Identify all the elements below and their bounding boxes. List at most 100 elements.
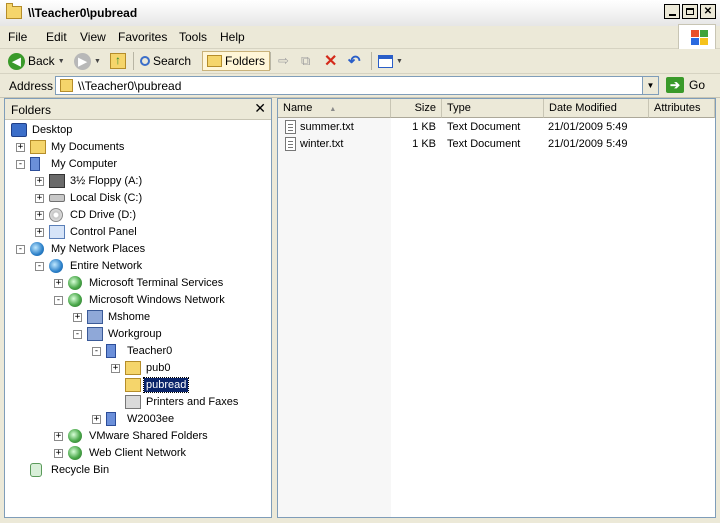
- shared-folder-icon: [125, 361, 141, 375]
- address-value: \\Teacher0\pubread: [78, 79, 182, 93]
- tree-item[interactable]: pubread: [5, 377, 271, 394]
- menu-favorites[interactable]: Favorites: [118, 30, 167, 44]
- tree-item[interactable]: + Web Client Network: [5, 445, 271, 462]
- back-button[interactable]: ◀ Back ▼: [8, 51, 65, 71]
- close-icon: ✕: [254, 100, 266, 116]
- column-label-attributes: Attributes: [654, 102, 701, 114]
- column-header-name[interactable]: Name ▲: [278, 99, 391, 118]
- tree-item-label: pubread: [142, 377, 190, 393]
- tree-item[interactable]: +3½ Floppy (A:): [5, 173, 271, 190]
- folders-pane-header: Folders ✕: [5, 99, 271, 120]
- expand-icon[interactable]: +: [54, 279, 63, 288]
- expand-icon[interactable]: +: [35, 211, 44, 220]
- tree-item[interactable]: + Microsoft Terminal Services: [5, 275, 271, 292]
- folders-button[interactable]: Folders: [202, 51, 271, 71]
- minimize-icon: [668, 13, 676, 16]
- computer-icon: [106, 344, 116, 358]
- tree-item[interactable]: + VMware Shared Folders: [5, 428, 271, 445]
- up-arrow-icon: ↑: [110, 53, 126, 69]
- column-header-date[interactable]: Date Modified: [544, 99, 649, 118]
- column-header-attributes[interactable]: Attributes: [649, 99, 715, 118]
- tree-item[interactable]: + W2003ee: [5, 411, 271, 428]
- menu-edit[interactable]: Edit: [46, 30, 67, 44]
- tree-item[interactable]: - My Network Places: [5, 241, 271, 258]
- search-label: Search: [153, 54, 192, 68]
- close-pane-button[interactable]: ✕: [254, 100, 266, 117]
- tree-item-label: Entire Network: [70, 260, 143, 272]
- column-label-name: Name: [283, 102, 313, 114]
- maximize-button[interactable]: [682, 4, 698, 19]
- menu-bar: File Edit View Favorites Tools Help: [0, 26, 720, 49]
- menu-view[interactable]: View: [80, 30, 106, 44]
- tree-item[interactable]: - Workgroup: [5, 326, 271, 343]
- folders-pane: Folders ✕ Desktop + My Documents - My Comput…: [4, 98, 272, 518]
- address-dropdown-button[interactable]: ▼: [642, 76, 659, 95]
- copy-to-button[interactable]: ⧉: [301, 51, 310, 71]
- expand-icon[interactable]: +: [54, 449, 63, 458]
- tree-item[interactable]: + pub0: [5, 360, 271, 377]
- network-globe-icon: [68, 429, 82, 443]
- table-row[interactable]: summer.txt 1 KB Text Document 21/01/2009…: [278, 119, 715, 136]
- computer-icon: [30, 157, 40, 171]
- table-row[interactable]: winter.txt 1 KB Text Document 21/01/2009…: [278, 136, 715, 153]
- collapse-icon[interactable]: -: [92, 347, 101, 356]
- documents-folder-icon: [30, 140, 46, 154]
- tree-item[interactable]: + Control Panel: [5, 224, 271, 241]
- tree-item[interactable]: - My Computer: [5, 156, 271, 173]
- move-to-button[interactable]: ⇨: [278, 51, 289, 71]
- tree-item[interactable]: + CD Drive (D:): [5, 207, 271, 224]
- expand-icon[interactable]: +: [35, 194, 44, 203]
- views-button[interactable]: ▼: [378, 51, 403, 71]
- forward-arrow-icon: ▶: [74, 52, 91, 70]
- collapse-icon[interactable]: -: [54, 296, 63, 305]
- column-header-type[interactable]: Type: [442, 99, 544, 118]
- collapse-icon[interactable]: -: [16, 160, 25, 169]
- expand-icon[interactable]: +: [35, 228, 44, 237]
- tree-item-label: My Computer: [51, 158, 118, 170]
- sorted-column-highlight: [278, 118, 391, 517]
- column-label-size: Size: [414, 102, 436, 114]
- folder-icon: [6, 3, 22, 19]
- desktop-icon: [11, 123, 27, 137]
- back-arrow-icon: ◀: [8, 52, 25, 70]
- tree-item-label: Workgroup: [108, 328, 162, 340]
- tree-item[interactable]: Recycle Bin: [5, 462, 271, 479]
- tree-item[interactable]: + My Documents: [5, 139, 271, 156]
- up-folder-button[interactable]: ↑: [110, 51, 126, 71]
- menu-file[interactable]: File: [8, 30, 27, 44]
- address-input[interactable]: \\Teacher0\pubread ▼: [55, 76, 659, 95]
- expand-icon[interactable]: +: [54, 432, 63, 441]
- collapse-icon[interactable]: -: [73, 330, 82, 339]
- file-name: winter.txt: [300, 138, 344, 150]
- column-label-type: Type: [447, 102, 471, 114]
- window-controls: ✕: [664, 4, 716, 19]
- toolbar-separator: [270, 52, 271, 70]
- column-header-size[interactable]: Size: [391, 99, 442, 118]
- go-button[interactable]: ➔ Go: [666, 77, 705, 93]
- tree-item[interactable]: Printers and Faxes: [5, 394, 271, 411]
- delete-button[interactable]: ✕: [324, 51, 337, 71]
- tree-item[interactable]: - Teacher0: [5, 343, 271, 360]
- minimize-button[interactable]: [664, 4, 680, 19]
- expand-icon[interactable]: +: [16, 143, 25, 152]
- menu-help[interactable]: Help: [220, 30, 245, 44]
- collapse-icon[interactable]: -: [35, 262, 44, 271]
- search-button[interactable]: Search: [140, 51, 191, 71]
- undo-icon: ↶: [348, 53, 361, 70]
- close-button[interactable]: ✕: [700, 4, 716, 19]
- tree-item[interactable]: - Entire Network: [5, 258, 271, 275]
- expand-icon[interactable]: +: [35, 177, 44, 186]
- collapse-icon[interactable]: -: [16, 245, 25, 254]
- expand-icon[interactable]: +: [73, 313, 82, 322]
- printer-icon: [125, 395, 141, 409]
- tree-item[interactable]: + Local Disk (C:): [5, 190, 271, 207]
- forward-button[interactable]: ▶ ▼: [74, 51, 101, 71]
- menu-tools[interactable]: Tools: [179, 30, 207, 44]
- tree-item[interactable]: + Mshome: [5, 309, 271, 326]
- tree-item[interactable]: - Microsoft Windows Network: [5, 292, 271, 309]
- tree-item[interactable]: Desktop: [5, 122, 271, 139]
- dropdown-arrow-icon: ▼: [396, 57, 403, 65]
- expand-icon[interactable]: +: [111, 364, 120, 373]
- expand-icon[interactable]: +: [92, 415, 101, 424]
- undo-button[interactable]: ↶: [348, 51, 361, 71]
